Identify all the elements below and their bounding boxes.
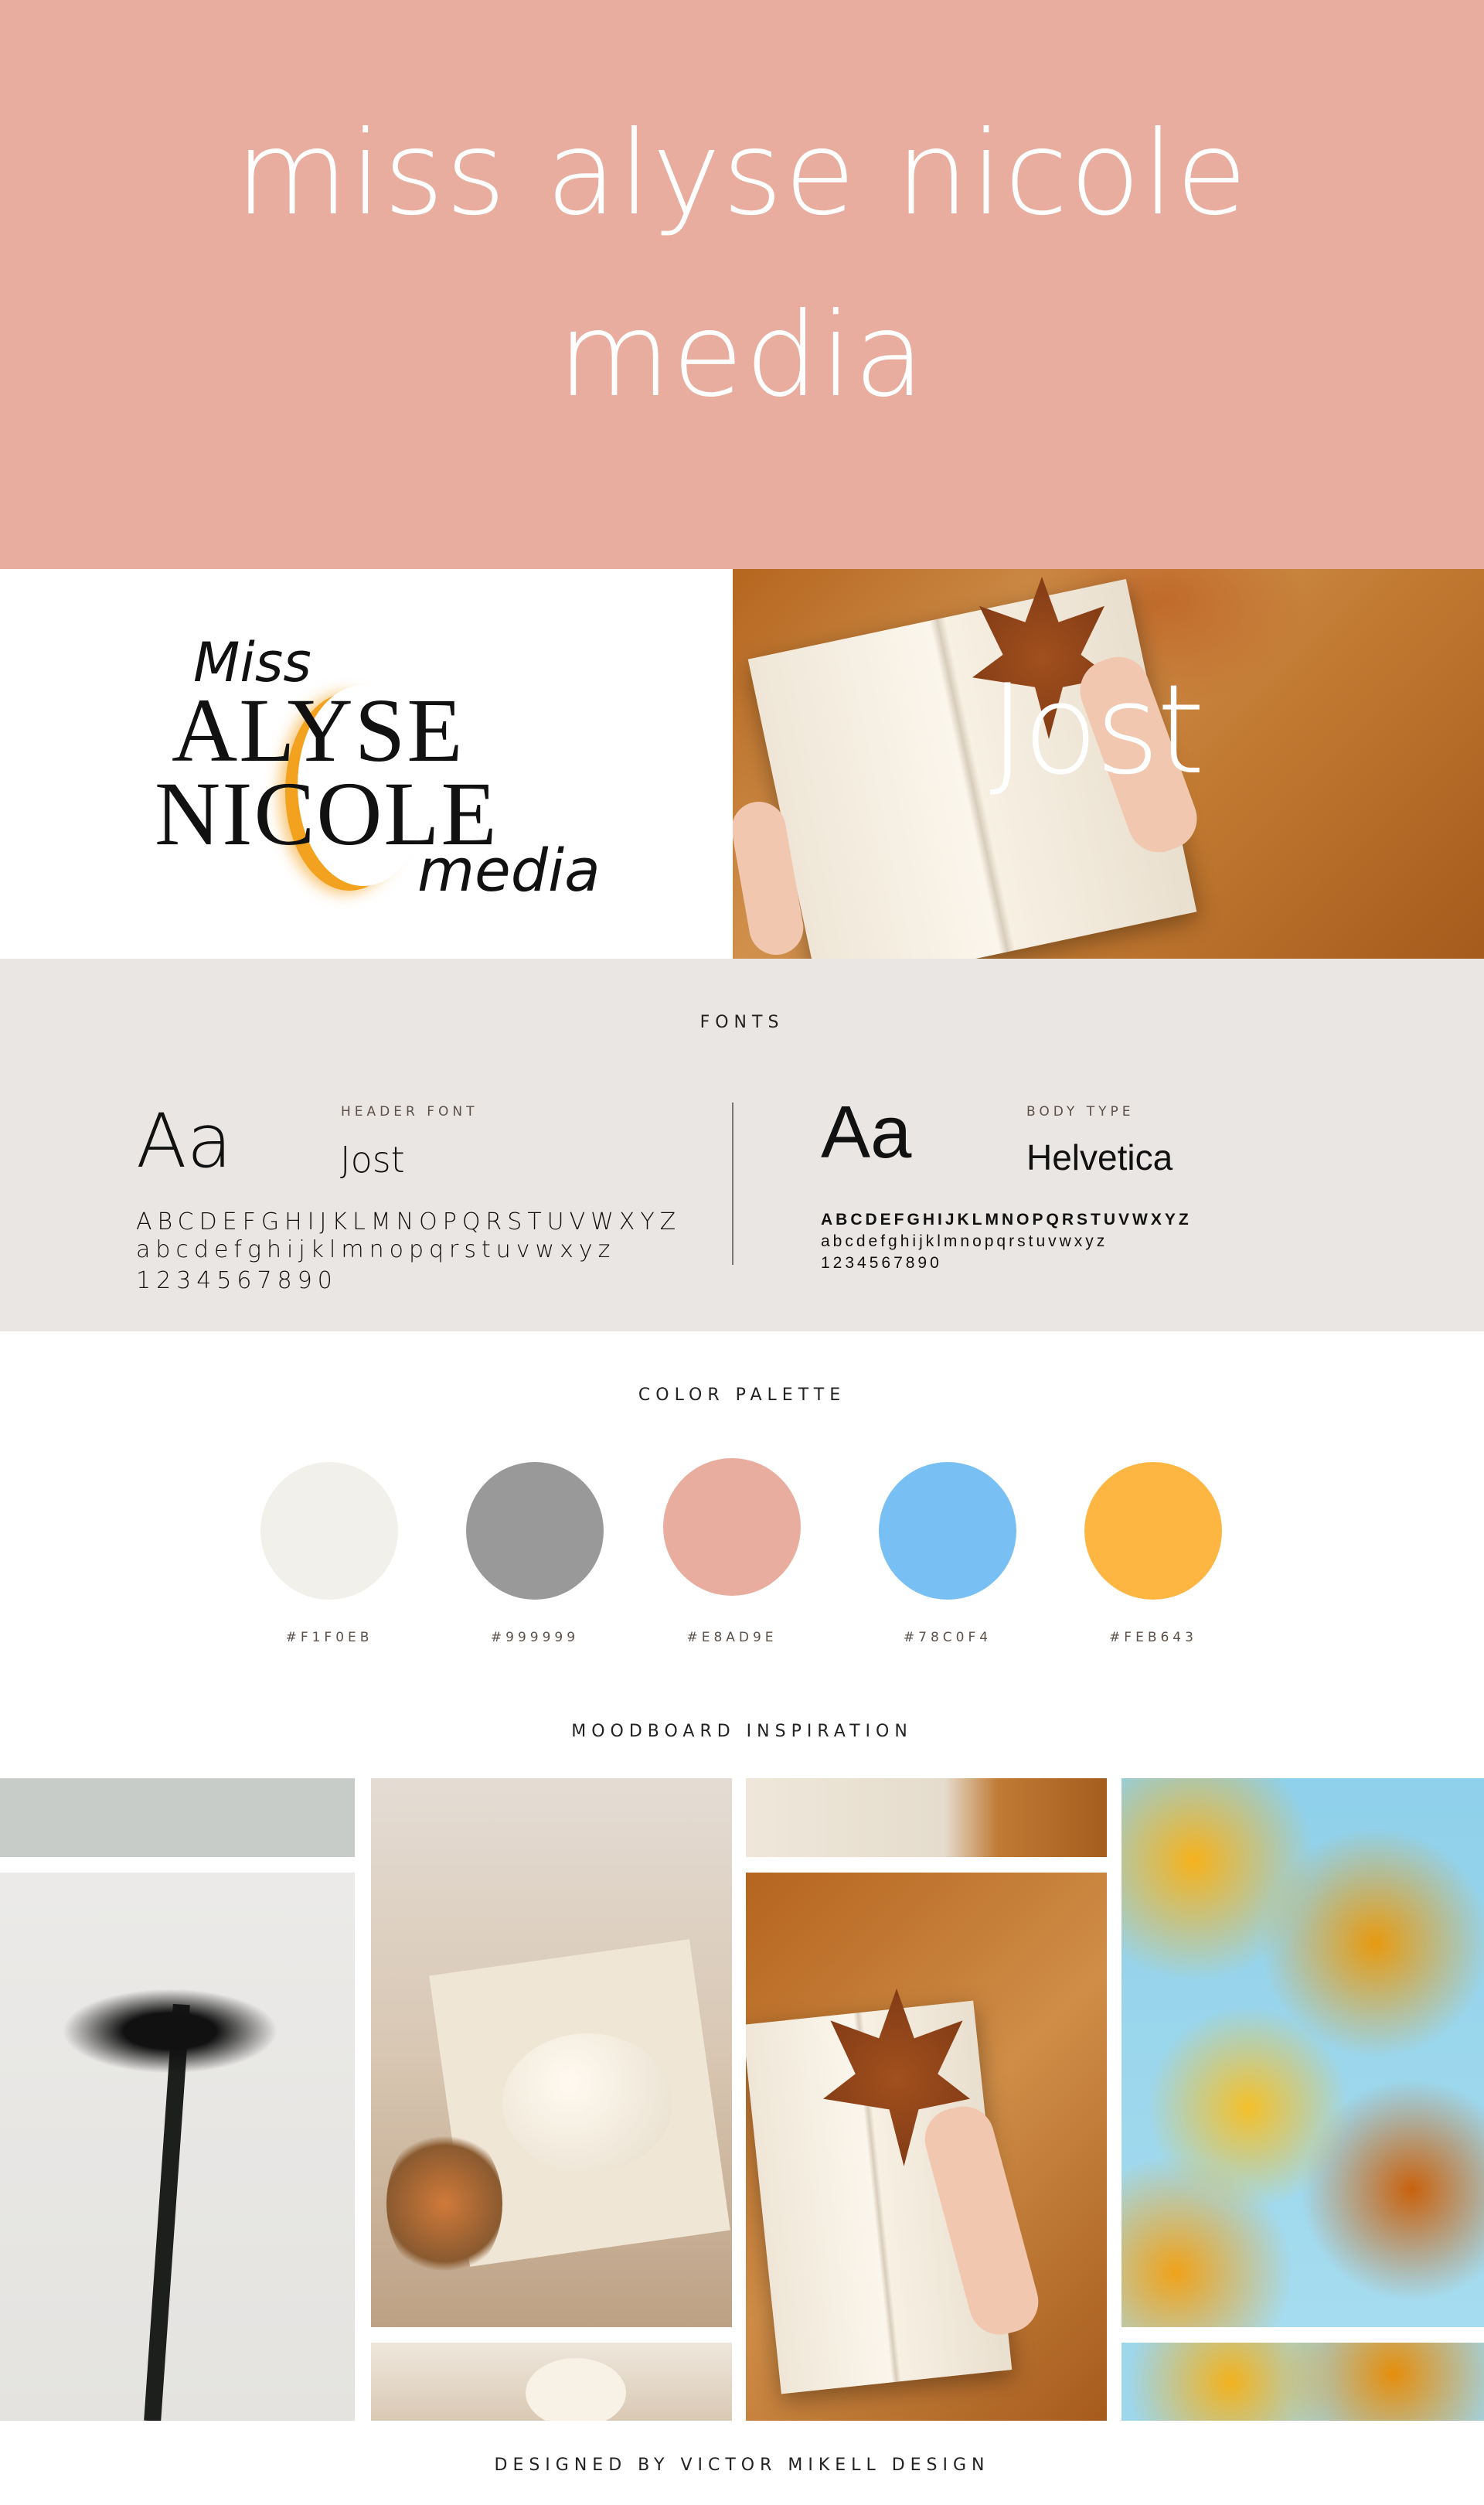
fonts-divider — [732, 1103, 733, 1265]
header-font-label: HEADER FONT — [341, 1104, 478, 1120]
header-font-lower: abcdefghijklmnopqrstuvwxyz — [136, 1236, 616, 1263]
header-font-sample: Aa — [136, 1098, 233, 1184]
color-hex-label: #999999 — [490, 1630, 580, 1645]
mood-autumn-leaves-photo-small — [1122, 2343, 1484, 2421]
hero-overlay-text: Jost — [989, 657, 1205, 802]
moodboard-title: MOODBOARD INSPIRATION — [571, 1722, 913, 1741]
body-font-name: Helvetica — [1026, 1137, 1173, 1178]
body-font-digits: 1234567890 — [821, 1254, 942, 1272]
body-font-lower: abcdefghijklmnopqrstuvwxyz — [821, 1232, 1108, 1250]
palette-title: COLOR PALETTE — [638, 1385, 846, 1405]
color-hex-label: #F1F0EB — [285, 1630, 373, 1645]
fonts-title: FONTS — [699, 1013, 785, 1032]
title-line-2: media — [557, 288, 927, 423]
mood-pumpkin-photo — [371, 1778, 732, 2327]
logo-panel: Miss ALYSE NICOLE media — [0, 569, 733, 959]
color-hex-label: #78C0F4 — [903, 1630, 992, 1645]
header-font-upper: ABCDEFGHIJKLMNOPQRSTUVWXYZ — [136, 1208, 682, 1235]
header-font-digits: 1234567890 — [136, 1267, 338, 1294]
fonts-section: FONTS Aa HEADER FONT Jost ABCDEFGHIJKLMN… — [0, 959, 1484, 1331]
color-swatch — [879, 1462, 1016, 1600]
color-hex-label: #E8AD9E — [686, 1630, 778, 1645]
color-hex-label: #FEB643 — [1109, 1630, 1197, 1645]
mood-autumn-leaves-photo — [1122, 1778, 1484, 2327]
mood-sage-block — [0, 1778, 355, 1857]
color-swatch — [663, 1458, 801, 1596]
body-font-upper: ABCDEFGHIJKLMNOPQRSTUVWXYZ — [821, 1211, 1192, 1229]
mood-pumpkin-photo-small — [371, 2343, 732, 2421]
footer-credit: DESIGNED BY VICTOR MIKELL DESIGN — [494, 2456, 990, 2475]
logo-media: media — [417, 836, 601, 905]
mood-palm-tree-photo — [0, 1873, 355, 2421]
color-swatch — [260, 1462, 398, 1600]
header-banner: miss alyse nicole media — [0, 0, 1484, 569]
body-font-sample: Aa — [821, 1091, 912, 1174]
mood-book-leaf-photo — [746, 1873, 1107, 2421]
color-swatch — [1084, 1462, 1222, 1600]
header-font-name: Jost — [340, 1139, 405, 1181]
mood-book-photo-small — [746, 1778, 1107, 1857]
color-swatch — [466, 1462, 604, 1600]
title-line-1: miss alyse nicole — [235, 107, 1249, 241]
body-font-label: BODY TYPE — [1026, 1104, 1135, 1120]
